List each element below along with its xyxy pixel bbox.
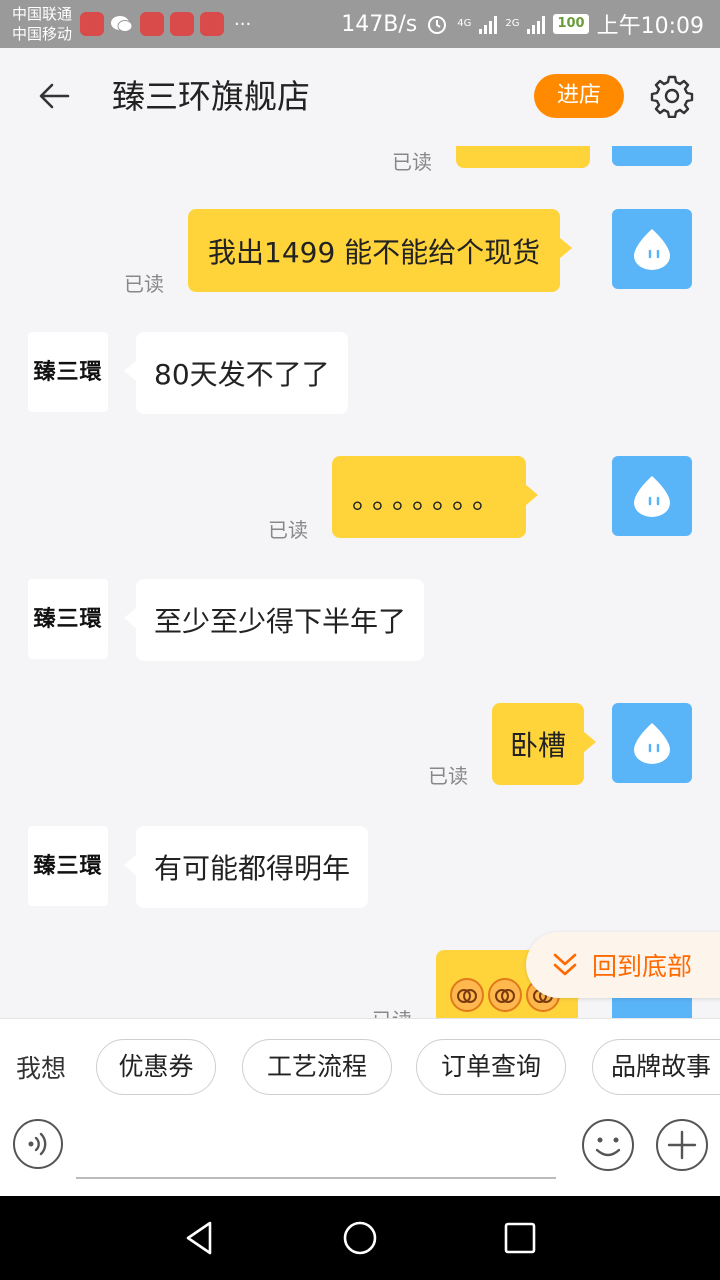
message-input[interactable] [76, 1177, 556, 1179]
nav-home-icon[interactable] [340, 1218, 380, 1258]
water-drop-face-icon [634, 229, 670, 270]
clock: 上午10:09 [596, 14, 704, 39]
battery-icon: 100 [553, 14, 589, 34]
enter-shop-button[interactable]: 进店 [534, 74, 624, 118]
dizzy-emoji-icon [488, 978, 522, 1012]
message-text: 80天发不了了 [154, 358, 330, 391]
shop-message-bubble[interactable]: 80天发不了了 [124, 332, 348, 414]
chip-order-query[interactable]: 订单查询 [416, 1039, 566, 1095]
back-arrow-icon[interactable] [36, 78, 72, 114]
wechat-icon [110, 12, 134, 36]
carrier-1: 中国联通 [12, 5, 73, 23]
shop-message-bubble[interactable]: 有可能都得明年 [123, 826, 369, 908]
taobao-notify-icon [80, 12, 104, 36]
my-avatar[interactable] [612, 456, 692, 536]
shop-avatar[interactable]: 臻三環 [28, 579, 108, 659]
read-status: 已读 [372, 1004, 412, 1018]
message-bubble-partial[interactable] [456, 146, 590, 168]
shop-app-icon [170, 12, 194, 36]
shop-avatar[interactable]: 臻三環 [28, 826, 108, 906]
double-chevron-down-icon [553, 953, 577, 976]
settings-gear-icon[interactable] [650, 74, 694, 118]
status-right: 147B/s 4G 2G 100 上午10:09 [341, 8, 704, 40]
message-text: 至少至少得下半年了 [154, 605, 407, 638]
water-drop-face-icon [634, 476, 670, 517]
notification-icons: ··· [80, 12, 251, 36]
alarm-icon [428, 16, 447, 34]
quick-reply-label: 我想 [16, 1054, 67, 1083]
chip-process[interactable]: 工艺流程 [242, 1039, 392, 1095]
video-app-icon [140, 12, 164, 36]
read-status: 已读 [428, 764, 468, 788]
my-avatar[interactable] [612, 209, 692, 289]
my-avatar[interactable] [612, 703, 692, 783]
back-to-bottom-label: 回到底部 [592, 952, 693, 981]
game-app-icon [200, 12, 224, 36]
network-type-2: 2G [505, 18, 520, 29]
carrier-2: 中国移动 [12, 25, 73, 43]
dizzy-emoji-icon [450, 978, 484, 1012]
voice-icon[interactable] [12, 1118, 64, 1170]
input-bar [0, 1114, 720, 1196]
shop-avatar[interactable]: 臻三環 [28, 332, 108, 412]
message-list[interactable]: 已读 已读 我出1499 能不能给个现货 臻三環 80天发不了了 已读 。。。。… [0, 146, 720, 1018]
my-avatar[interactable] [612, 146, 692, 166]
back-to-bottom-button[interactable]: 回到底部 [526, 932, 720, 998]
read-status: 已读 [268, 518, 308, 542]
chip-coupon[interactable]: 优惠券 [96, 1039, 216, 1095]
shop-message-bubble[interactable]: 至少至少得下半年了 [123, 579, 425, 661]
signal-icon-1 [479, 14, 498, 34]
my-message-bubble[interactable]: 我出1499 能不能给个现货 [188, 209, 573, 292]
carrier-info: 中国联通 中国移动 [12, 4, 72, 44]
system-nav-bar [0, 1196, 720, 1280]
nav-recent-icon[interactable] [500, 1218, 540, 1258]
read-status: 已读 [392, 150, 432, 174]
message-text: 。。。。。。。 [352, 482, 507, 515]
message-text: 我出1499 能不能给个现货 [208, 235, 541, 269]
message-text: 卧槽 [510, 729, 567, 762]
shop-title: 臻三环旗舰店 [112, 77, 310, 116]
nav-back-icon[interactable] [180, 1218, 220, 1258]
chat-header: 臻三环旗舰店 进店 [0, 48, 720, 146]
emoji-icon[interactable] [581, 1118, 635, 1172]
water-drop-face-icon [634, 723, 670, 764]
my-message-bubble[interactable]: 卧槽 [492, 703, 597, 785]
network-type-1: 4G [457, 18, 472, 29]
more-notifications-icon: ··· [234, 13, 252, 35]
quick-reply-bar: 我想 优惠券 工艺流程 订单查询 品牌故事 [0, 1018, 720, 1114]
signal-icon-2 [527, 14, 546, 34]
my-message-bubble[interactable]: 。。。。。。。 [332, 456, 539, 538]
status-bar: 中国联通 中国移动 ··· 147B/s 4G 2G 100 上午10:09 [0, 0, 720, 48]
plus-icon[interactable] [655, 1118, 709, 1172]
message-text: 有可能都得明年 [154, 852, 351, 885]
chip-brand-story[interactable]: 品牌故事 [592, 1039, 720, 1095]
read-status: 已读 [124, 272, 164, 296]
network-speed: 147B/s [341, 11, 418, 37]
